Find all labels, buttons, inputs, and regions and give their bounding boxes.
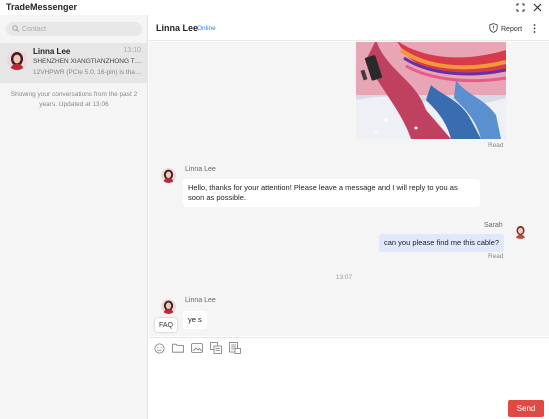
image-message[interactable] [356,42,506,139]
maximize-icon[interactable] [514,1,526,13]
emoji-icon[interactable] [153,342,165,354]
search-icon [12,24,19,34]
message-bubble: can you please find me this cable? [379,234,505,252]
conversation-preview: 12VHPWR (PCIe 5.0, 16-pin) is that ... [33,69,143,76]
conversation-company: SHENZHEN XIANGTIANZHONG TE... [33,58,143,65]
image-icon[interactable] [191,342,203,354]
sender-name: Linna Lee [185,297,216,304]
conversation-sidebar: Linna Lee 13:10 SHENZHEN XIANGTIANZHONG … [0,15,148,419]
report-label: Report [501,25,523,33]
order-icon[interactable] [229,342,241,354]
composer: Send [149,337,549,419]
search-box[interactable] [6,22,142,36]
conversation-item[interactable]: Linna Lee 13:10 SHENZHEN XIANGTIANZHONG … [0,43,147,83]
conversation-time: 13:10 [123,47,141,54]
folder-icon[interactable] [172,342,184,354]
close-icon[interactable] [531,1,543,13]
message-bubble: ye s [183,311,207,329]
avatar [513,224,528,239]
title-bar: TradeMessenger [0,0,549,15]
sender-name: Sarah [484,222,503,229]
avatar [7,50,27,70]
message-bubble: Hello, thanks for your attention! Please… [183,179,480,207]
app-title: TradeMessenger [6,2,78,12]
avatar [161,299,176,314]
conversation-name: Linna Lee [33,47,71,56]
shield-icon [489,23,498,35]
read-status: Read [488,142,504,149]
read-status: Read [488,253,504,260]
time-separator: 13:07 [335,274,353,281]
contact-name: Linna Lee [156,23,199,33]
faq-button[interactable]: FAQ [155,318,177,332]
product-icon[interactable] [210,342,222,354]
message-input[interactable] [153,357,508,397]
history-note: Showing your conversations from the past… [10,91,138,108]
search-input[interactable] [22,25,132,33]
avatar [161,168,176,183]
more-options-icon[interactable] [530,23,538,33]
message-list: Read Linna Lee Hello, thanks for your at… [149,42,549,336]
chat-header: Linna Lee Online Report [149,15,549,41]
report-button[interactable]: Report [489,23,522,35]
status-badge: Online [197,25,216,32]
send-button[interactable]: Send [508,400,544,417]
sender-name: Linna Lee [185,166,216,173]
